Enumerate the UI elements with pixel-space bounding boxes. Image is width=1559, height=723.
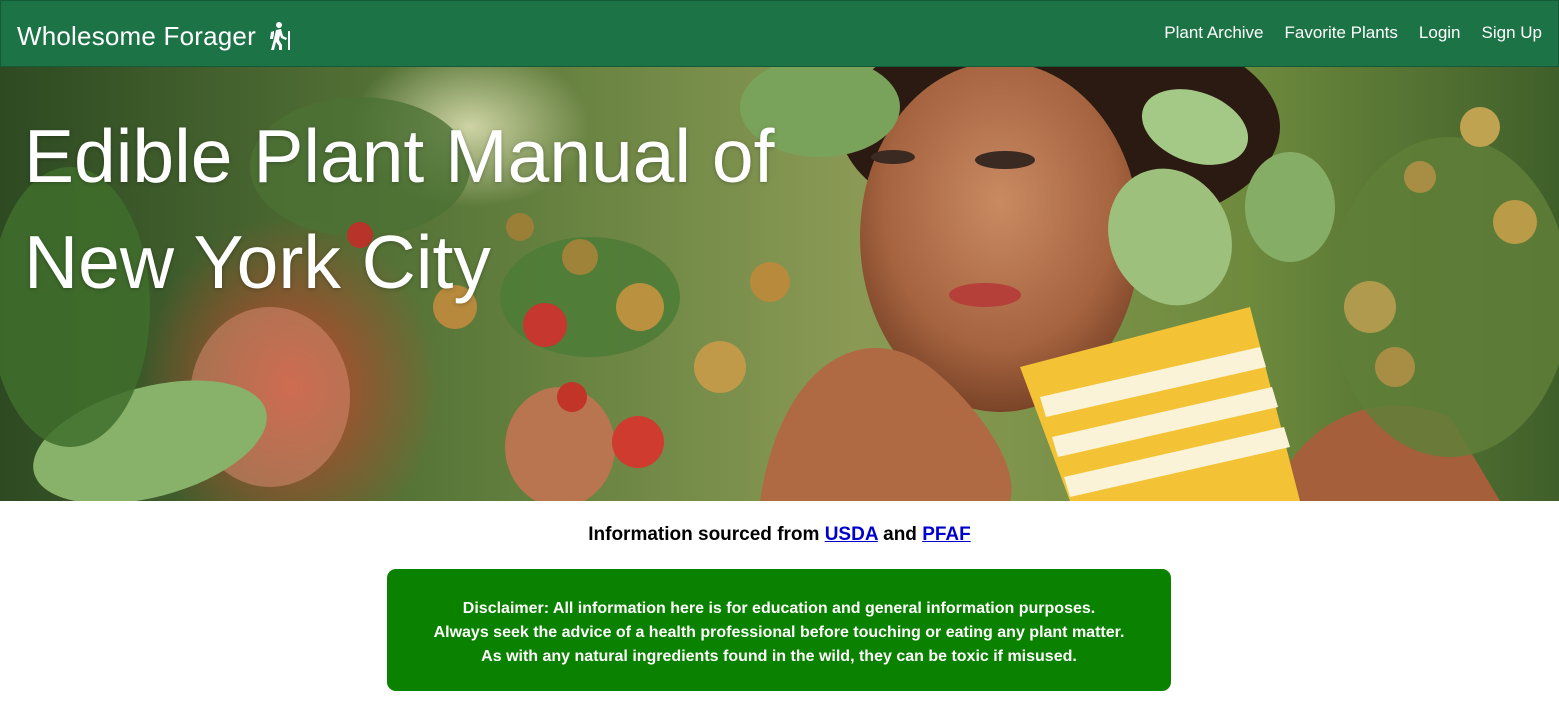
nav-sign-up[interactable]: Sign Up — [1482, 23, 1542, 43]
source-attribution: Information sourced from USDA and PFAF — [0, 524, 1559, 546]
brand-name: Wholesome Forager — [17, 20, 256, 51]
usda-link[interactable]: USDA — [825, 524, 878, 545]
hiker-icon — [269, 22, 290, 50]
title-line-2: New York City — [24, 220, 491, 304]
nav-favorite-plants[interactable]: Favorite Plants — [1285, 23, 1398, 43]
page-title: Edible Plant Manual of New York City — [24, 103, 844, 315]
disclaimer-line-2: Always seek the advice of a health profe… — [433, 624, 1125, 641]
pfaf-link[interactable]: PFAF — [922, 524, 971, 545]
disclaimer-line-1: Disclaimer: All information here is for … — [462, 600, 1096, 617]
nav-plant-archive[interactable]: Plant Archive — [1164, 23, 1263, 43]
disclaimer-line-3: As with any natural ingredients found in… — [481, 648, 1077, 665]
title-line-1: Edible Plant Manual of — [24, 114, 775, 198]
brand-link[interactable]: Wholesome Forager — [17, 19, 294, 53]
nav-links: Plant Archive Favorite Plants Login Sign… — [1164, 23, 1542, 43]
source-prefix: Information sourced from — [588, 524, 820, 545]
source-conjunction: and — [883, 524, 917, 545]
navbar: Wholesome Forager Plant Archive Favorite… — [0, 0, 1559, 67]
disclaimer-box: Disclaimer: All information here is for … — [387, 569, 1171, 691]
nav-login[interactable]: Login — [1419, 23, 1461, 43]
hero-banner: Edible Plant Manual of New York City — [0, 67, 1559, 501]
